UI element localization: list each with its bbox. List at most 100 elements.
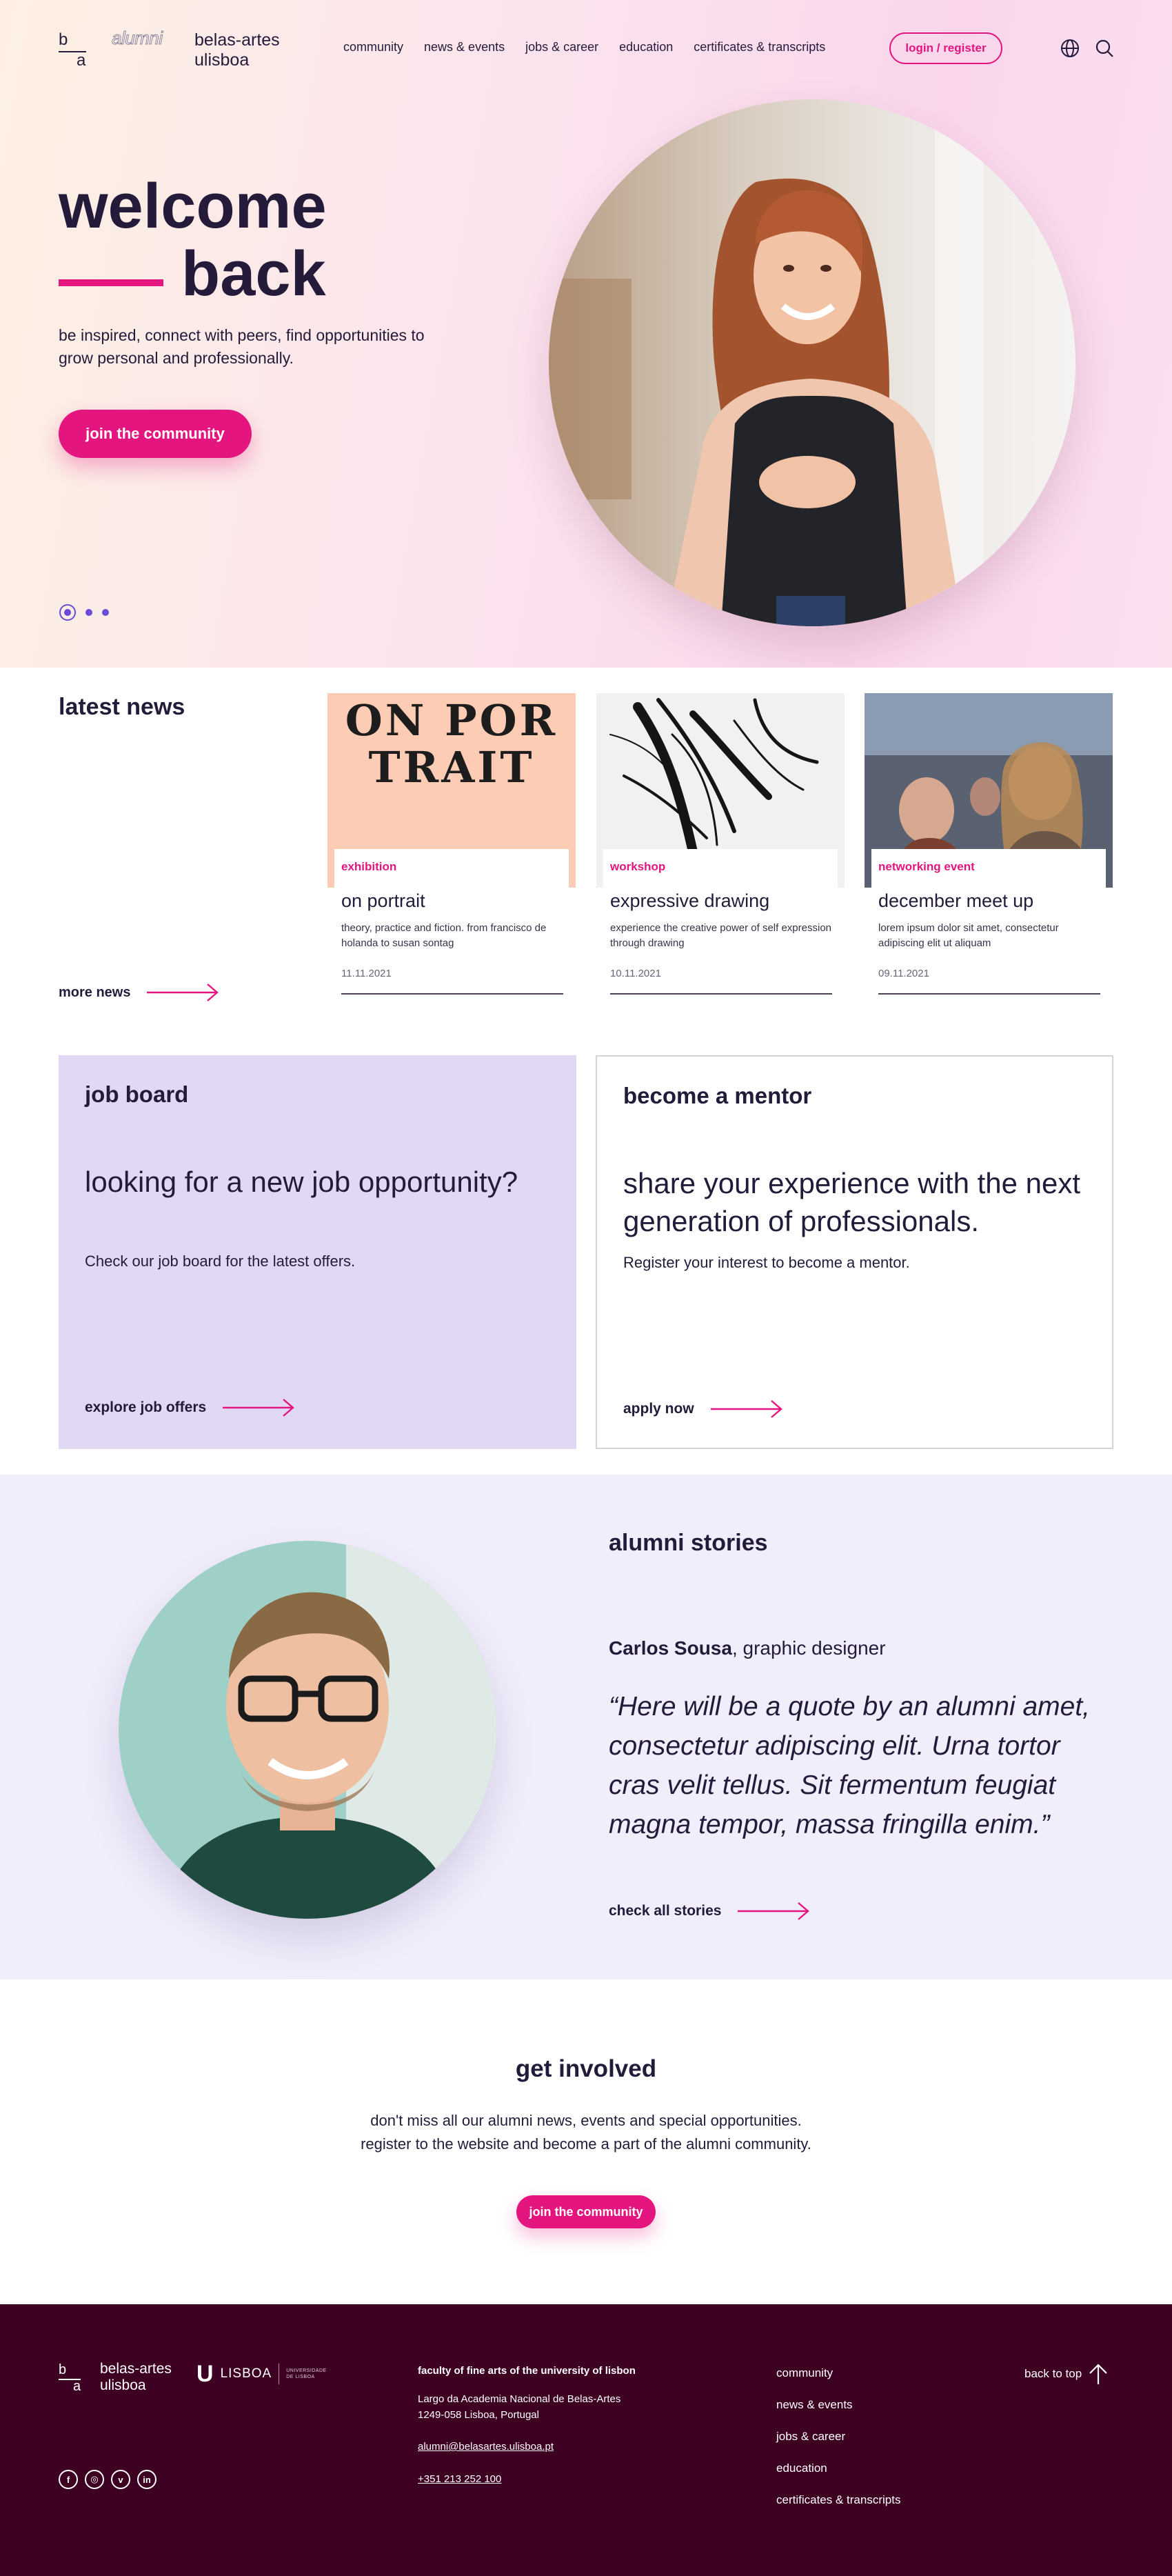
nav-jobs-career[interactable]: jobs & career xyxy=(525,40,598,54)
apply-now-link[interactable]: apply now xyxy=(623,1399,784,1419)
story-quote: “Here will be a quote by an alumni amet,… xyxy=(609,1692,1091,1839)
footer-ba-logo[interactable]: b a xyxy=(59,2362,83,2394)
globe-icon[interactable] xyxy=(1060,39,1080,58)
footer-address-title: faculty of fine arts of the university o… xyxy=(418,2365,636,2377)
footer: b a belas-artes ulisboa U LISBOA UNIVERS… xyxy=(0,2304,1172,2576)
news-description: lorem ipsum dolor sit amet, consectetur … xyxy=(878,922,1059,949)
nav-news-events[interactable]: news & events xyxy=(424,40,505,54)
ulisboa-small-text: UNIVERSIDADE DE LISBOA xyxy=(286,2368,327,2380)
footer-nav: community news & events jobs & career ed… xyxy=(776,2366,900,2525)
latest-news-title: latest news xyxy=(59,694,185,720)
ulisboa-name: LISBOA xyxy=(220,2366,272,2381)
arrow-right-icon xyxy=(710,1400,782,1418)
hero-photo xyxy=(549,99,1075,626)
slider-dots xyxy=(59,604,109,621)
back-to-top-link[interactable]: back to top xyxy=(1024,2364,1108,2384)
ba-logo[interactable]: b a xyxy=(59,30,89,70)
explore-job-offers-link[interactable]: explore job offers xyxy=(85,1397,296,1418)
news-divider xyxy=(610,993,832,995)
join-community-button[interactable]: join the community xyxy=(59,410,252,458)
footer-address-line1: Largo da Academia Nacional de Belas-Arte… xyxy=(418,2393,621,2405)
join-community-button-secondary[interactable]: join the community xyxy=(516,2195,656,2228)
news-divider xyxy=(878,993,1100,995)
story-person: Carlos Sousa, graphic designer xyxy=(609,1637,886,1659)
footer-institution-name: belas-artes ulisboa xyxy=(100,2361,172,2393)
more-news-link[interactable]: more news xyxy=(59,982,220,1003)
back-to-top-label: back to top xyxy=(1024,2367,1082,2380)
alumni-logo[interactable]: alumni xyxy=(112,28,163,49)
alumni-portrait xyxy=(119,1541,496,1919)
ulisboa-small-line2: DE LISBOA xyxy=(286,2375,315,2379)
hero-title: welcome back xyxy=(59,172,327,308)
alumni-stories-section: alumni stories Carlos Sousa, graphic des… xyxy=(0,1475,1172,1979)
mentor-subtitle: Register your interest to become a mento… xyxy=(623,1254,910,1271)
news-card[interactable]: networking event december meet up lorem … xyxy=(865,693,1113,997)
news-card[interactable]: ON POR TRAIT exhibition on portrait theo… xyxy=(327,693,576,997)
nav-education[interactable]: education xyxy=(619,40,673,54)
news-description: theory, practice and fiction. from franc… xyxy=(341,922,547,949)
poster-text-line1: ON POR xyxy=(345,695,558,746)
news-title[interactable]: on portrait xyxy=(341,890,425,912)
slide-dot[interactable] xyxy=(102,609,109,616)
news-tag-box: networking event xyxy=(871,849,1106,888)
more-news-label: more news xyxy=(59,984,131,1000)
nav-community[interactable]: community xyxy=(343,40,403,54)
check-all-stories-link[interactable]: check all stories xyxy=(609,1901,811,1921)
hero-subtitle: be inspired, connect with peers, find op… xyxy=(59,326,425,367)
ulisboa-u: U xyxy=(196,2361,214,2387)
search-icon[interactable] xyxy=(1095,39,1114,58)
news-date: 11.11.2021 xyxy=(341,968,392,979)
footer-link-jobs-career[interactable]: jobs & career xyxy=(776,2430,900,2444)
footer-link-education[interactable]: education xyxy=(776,2462,900,2475)
story-person-name: Carlos Sousa xyxy=(609,1637,732,1659)
footer-phone-link[interactable]: +351 213 252 100 xyxy=(418,2473,501,2485)
hero-section: b a alumni belas-artes ulisboa community… xyxy=(0,0,1172,668)
main-nav: community news & events jobs & career ed… xyxy=(343,40,846,54)
footer-link-news-events[interactable]: news & events xyxy=(776,2398,900,2412)
instagram-icon[interactable]: ◎ xyxy=(85,2470,104,2489)
footer-address: Largo da Academia Nacional de Belas-Arte… xyxy=(418,2391,620,2423)
news-divider xyxy=(341,993,563,995)
footer-link-community[interactable]: community xyxy=(776,2366,900,2380)
login-register-button[interactable]: login / register xyxy=(889,32,1002,64)
news-date: 10.11.2021 xyxy=(610,968,661,979)
get-involved-line2: register to the website and become a par… xyxy=(361,2135,811,2153)
hero-title-line1: welcome xyxy=(59,171,327,241)
facebook-icon[interactable]: f xyxy=(59,2470,78,2489)
news-title[interactable]: december meet up xyxy=(878,890,1033,912)
institution-name: belas-artes ulisboa xyxy=(194,30,280,70)
arrow-right-icon xyxy=(738,1902,810,1920)
news-tag: workshop xyxy=(610,860,666,873)
arrow-right-icon xyxy=(223,1399,295,1417)
news-tag: networking event xyxy=(878,860,975,873)
footer-logo-letter-a: a xyxy=(73,2379,81,2394)
news-title[interactable]: expressive drawing xyxy=(610,890,769,912)
footer-email-link[interactable]: alumni@belasartes.ulisboa.pt xyxy=(418,2441,554,2453)
get-involved-title: get involved xyxy=(515,2055,657,2082)
job-board-title: job board xyxy=(85,1081,189,1107)
poster-text-line2: TRAIT xyxy=(368,742,535,792)
footer-address-line2: 1249-058 Lisboa, Portugal xyxy=(418,2409,539,2421)
alumni-stories-title: alumni stories xyxy=(609,1530,768,1556)
hero-title-line2: back xyxy=(59,240,327,308)
slide-dot[interactable] xyxy=(85,609,92,616)
footer-link-certificates[interactable]: certificates & transcripts xyxy=(776,2493,900,2507)
news-tag: exhibition xyxy=(341,860,397,873)
news-tag-box: exhibition xyxy=(334,849,569,888)
get-involved-line1: don't miss all our alumni news, events a… xyxy=(370,2112,802,2129)
nav-certificates[interactable]: certificates & transcripts xyxy=(694,40,825,54)
arrow-up-icon xyxy=(1089,2364,1107,2384)
vimeo-icon[interactable]: v xyxy=(111,2470,130,2489)
news-tag-box: workshop xyxy=(603,849,838,888)
news-card[interactable]: workshop expressive drawing experience t… xyxy=(596,693,845,997)
mentor-panel: become a mentor share your experience wi… xyxy=(596,1055,1113,1449)
footer-logo-letter-b: b xyxy=(59,2362,67,2377)
ulisboa-logo[interactable]: U LISBOA UNIVERSIDADE DE LISBOA xyxy=(196,2362,327,2386)
slide-dot-active[interactable] xyxy=(59,604,76,621)
ulisboa-small-line1: UNIVERSIDADE xyxy=(286,2368,327,2373)
pink-dash xyxy=(59,279,163,286)
explore-job-offers-label: explore job offers xyxy=(85,1399,207,1415)
news-date: 09.11.2021 xyxy=(878,968,929,979)
linkedin-icon[interactable]: in xyxy=(137,2470,156,2489)
check-all-stories-label: check all stories xyxy=(609,1903,722,1919)
